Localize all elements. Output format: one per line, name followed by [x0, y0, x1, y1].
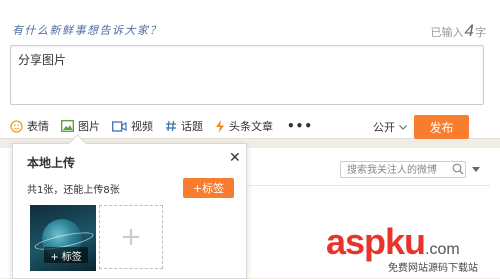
close-icon[interactable]: ✕ — [229, 150, 241, 166]
thumbnail-tag-button[interactable]: + 标签 — [44, 247, 88, 263]
popup-title: 本地上传 — [27, 156, 76, 170]
upload-popup: 本地上传 ✕ 共1张，还能上传8张 +标签 + 标签 + — [12, 134, 247, 279]
topic-button[interactable]: 话题 — [165, 118, 203, 134]
counter-suffix: 字 — [475, 27, 486, 39]
composer-prompt: 有什么新鲜事想告诉大家？ — [12, 24, 162, 37]
watermark-logo: aspku.com — [326, 224, 460, 260]
emoji-label: 表情 — [27, 120, 49, 133]
character-counter: 已输入 4 字 — [431, 21, 486, 41]
watermark-suffix: .com — [425, 241, 460, 258]
feed-search-input[interactable]: 搜索我关注人的微博 — [340, 161, 466, 178]
publish-button[interactable]: 发布 — [414, 115, 469, 139]
video-button[interactable]: 视频 — [112, 118, 153, 134]
topic-label: 话题 — [181, 120, 203, 133]
add-image-slot[interactable]: + — [99, 205, 163, 269]
counter-prefix: 已输入 — [430, 27, 464, 39]
video-label: 视频 — [131, 120, 153, 133]
chevron-down-icon — [399, 124, 407, 130]
video-icon — [112, 120, 127, 132]
watermark-subtitle: 免费网站源码下载站 — [388, 259, 478, 274]
upload-count-info: 共1张，还能上传8张 — [27, 185, 120, 196]
lightning-icon — [216, 119, 224, 133]
caret-down-icon[interactable] — [472, 167, 480, 172]
visibility-label: 公开 — [373, 121, 395, 134]
article-label: 头条文章 — [229, 120, 273, 133]
add-tag-button[interactable]: +标签 — [183, 178, 234, 198]
article-button[interactable]: 头条文章 — [215, 118, 273, 134]
post-textarea[interactable]: 分享图片 — [10, 45, 484, 105]
post-composer: 有什么新鲜事想告诉大家？ 已输入 4 字 分享图片 表情 图片 视频 话题 头条… — [0, 0, 500, 139]
hashtag-icon — [166, 120, 176, 132]
search-icon[interactable] — [452, 163, 464, 175]
visibility-dropdown[interactable]: 公开 — [373, 119, 407, 135]
image-button[interactable]: 图片 — [61, 118, 100, 134]
smiley-icon — [10, 119, 23, 133]
plus-icon: + — [120, 222, 142, 252]
watermark-main: aspku — [326, 221, 426, 262]
more-options-button[interactable]: ••• — [287, 119, 313, 133]
emoji-button[interactable]: 表情 — [10, 118, 49, 134]
post-text: 分享图片 — [18, 53, 67, 67]
image-icon — [61, 120, 74, 132]
image-label: 图片 — [78, 120, 100, 133]
composer-toolbar: 表情 图片 视频 话题 头条文章 ••• — [10, 117, 313, 135]
uploaded-thumbnail[interactable]: + 标签 — [30, 205, 96, 271]
counter-value: 4 — [464, 21, 474, 40]
